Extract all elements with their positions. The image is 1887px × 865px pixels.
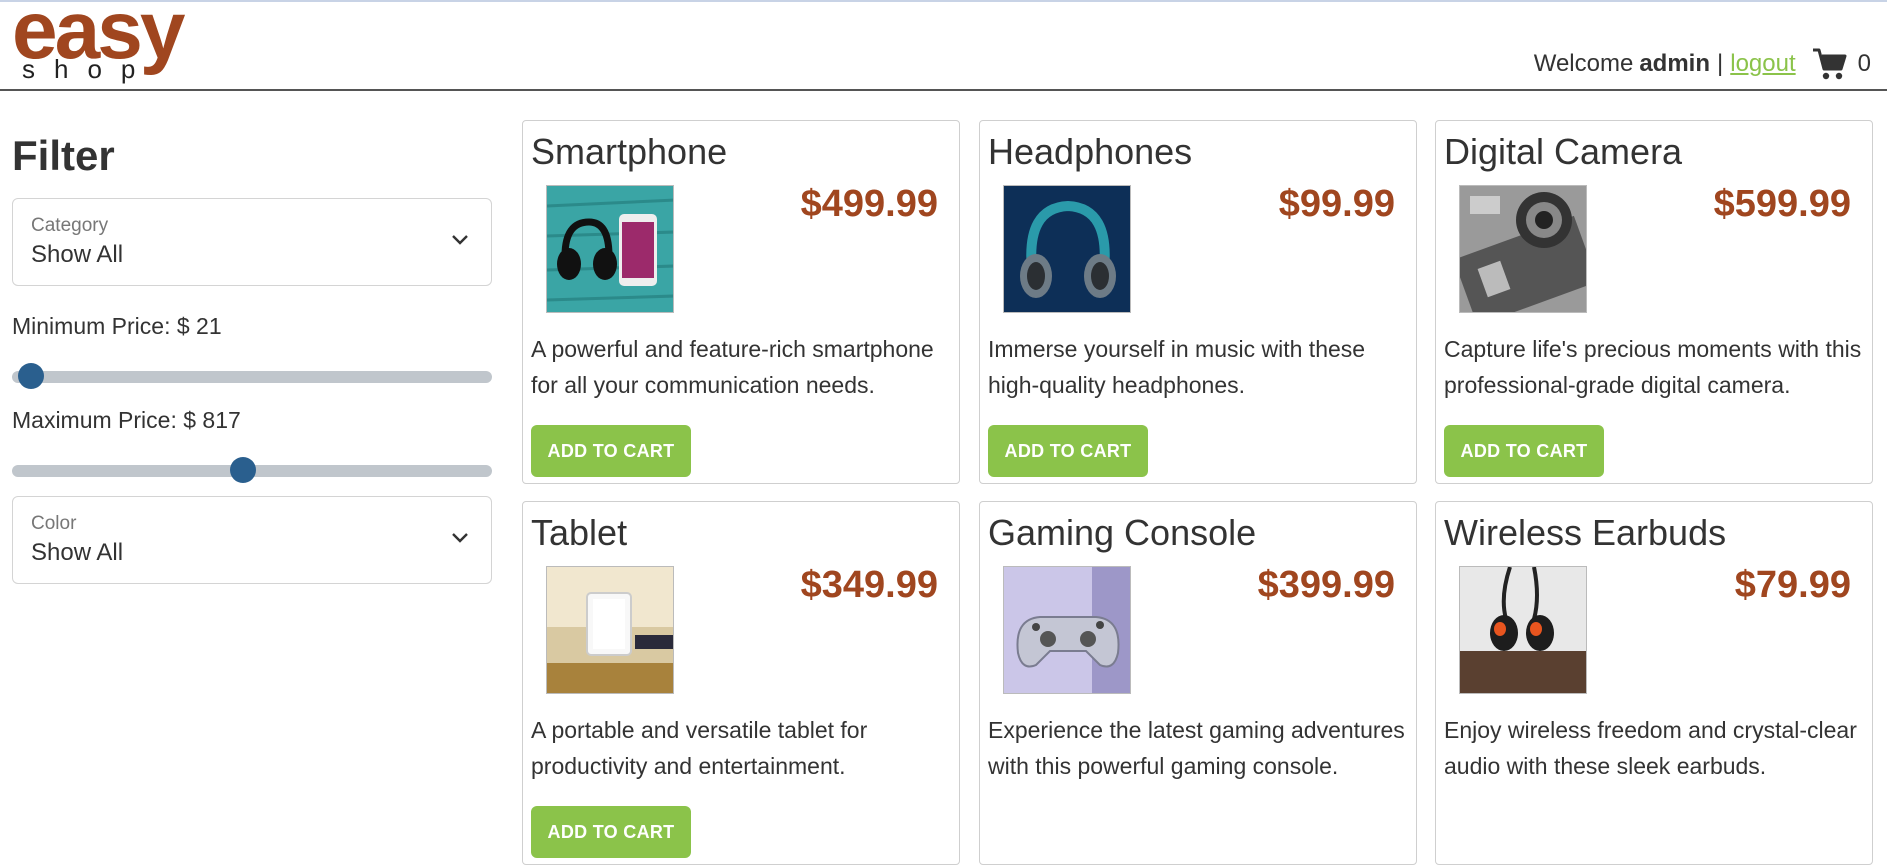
product-card: Smartphone $499.99 A powerful and featur… <box>522 120 960 484</box>
product-image[interactable] <box>546 185 674 313</box>
chevron-down-icon <box>451 531 469 549</box>
chevron-down-icon <box>451 233 469 251</box>
filter-title: Filter <box>12 132 115 179</box>
product-card: Wireless Earbuds $79.99 Enjoy wireless f… <box>1435 501 1873 865</box>
product-card: Tablet $349.99 A portable and versatile … <box>522 501 960 865</box>
product-price: $599.99 <box>1713 183 1851 225</box>
product-price: $349.99 <box>800 564 938 606</box>
product-name: Gaming Console <box>988 512 1257 553</box>
product-price: $399.99 <box>1257 564 1395 606</box>
add-to-cart-button[interactable]: ADD TO CART <box>1444 425 1604 477</box>
product-description: Enjoy wireless freedom and crystal-clear… <box>1444 717 1857 779</box>
color-label: Color <box>31 513 77 534</box>
add-to-cart-button[interactable]: ADD TO CART <box>988 425 1148 477</box>
max-price-slider[interactable] <box>12 457 492 483</box>
min-price-slider[interactable] <box>12 363 492 389</box>
product-card: Digital Camera $599.99 Capture life's pr… <box>1435 120 1873 484</box>
color-value: Show All <box>31 539 124 566</box>
category-label: Category <box>31 215 109 236</box>
filter-sidebar: Filter Category Show All Minimum Price: … <box>12 132 492 584</box>
category-value: Show All <box>31 241 124 268</box>
welcome-text: Welcome <box>1533 50 1634 77</box>
max-price-slider-thumb[interactable] <box>230 457 257 483</box>
logout-link[interactable]: logout <box>1730 50 1795 78</box>
username: admin <box>1639 50 1711 77</box>
product-description: Capture life's precious moments with thi… <box>1444 336 1862 398</box>
max-price-label: Maximum Price: $ 817 <box>12 407 241 433</box>
product-price: $499.99 <box>800 183 938 225</box>
product-image[interactable] <box>1003 185 1131 313</box>
product-price: $99.99 <box>1278 183 1395 225</box>
product-image[interactable] <box>1459 185 1587 313</box>
product-name: Wireless Earbuds <box>1444 512 1727 553</box>
add-to-cart-button[interactable]: ADD TO CART <box>531 425 691 477</box>
product-description: Immerse yourself in music with these hig… <box>988 336 1366 398</box>
cart-count: 0 <box>1857 50 1871 77</box>
product-description: A powerful and feature-rich smartphone f… <box>531 336 934 398</box>
add-to-cart-button[interactable]: ADD TO CART <box>531 806 691 858</box>
product-name: Headphones <box>988 131 1193 172</box>
color-select[interactable]: Color Show All <box>12 496 492 584</box>
min-price-label: Minimum Price: $ 21 <box>12 313 222 339</box>
product-name: Digital Camera <box>1444 131 1683 172</box>
product-price: $79.99 <box>1734 564 1851 606</box>
min-price-slider-thumb[interactable] <box>17 363 44 389</box>
cart-icon[interactable] <box>1812 47 1848 81</box>
separator: | <box>1717 50 1724 77</box>
product-card: Gaming Console $399.99 Experience the la… <box>979 501 1417 865</box>
product-description: A portable and versatile tablet for prod… <box>531 717 868 779</box>
product-description: Experience the latest gaming adventures … <box>988 717 1405 779</box>
product-name: Tablet <box>531 512 628 553</box>
product-name: Smartphone <box>531 131 728 172</box>
product-image[interactable] <box>1003 566 1131 694</box>
product-image[interactable] <box>1459 566 1587 694</box>
logo[interactable]: easy shop <box>12 0 202 84</box>
logo-text-bottom: shop <box>22 54 155 84</box>
header: easy shop Welcome admin | logout 0 <box>0 0 1887 91</box>
product-image[interactable] <box>546 566 674 694</box>
product-card: Headphones $99.99 Immerse yourself in mu… <box>979 120 1417 484</box>
category-select[interactable]: Category Show All <box>12 198 492 286</box>
user-area: Welcome admin | logout 0 <box>1534 46 1871 82</box>
